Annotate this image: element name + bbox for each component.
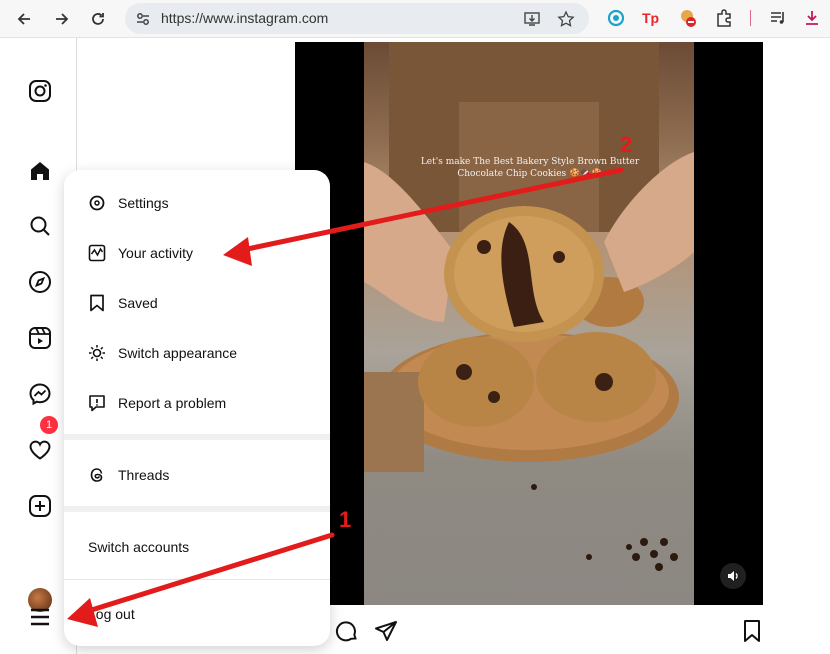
menu-item-label: Switch appearance	[118, 345, 238, 361]
post-video-image[interactable]	[364, 42, 694, 605]
menu-divider	[64, 579, 330, 580]
menu-item-label: Settings	[118, 195, 169, 211]
explore-icon[interactable]	[27, 269, 53, 295]
more-menu-icon[interactable]	[27, 604, 53, 630]
address-bar[interactable]: https://www.instagram.com	[125, 3, 589, 34]
download-icon[interactable]	[802, 8, 822, 28]
video-caption-overlay: Let's make The Best Bakery Style Brown B…	[420, 157, 640, 179]
annotation-number-2: 2	[620, 132, 633, 157]
menu-item-saved[interactable]: Saved	[64, 278, 330, 328]
toolbar-divider	[750, 10, 751, 26]
menu-item-label: Saved	[118, 295, 158, 311]
home-icon[interactable]	[27, 158, 53, 184]
share-icon[interactable]	[373, 618, 399, 644]
site-settings-icon[interactable]	[135, 11, 151, 27]
reload-icon[interactable]	[86, 7, 110, 31]
menu-item-switch-accounts[interactable]: Switch accounts	[64, 522, 330, 572]
back-icon[interactable]	[12, 7, 36, 31]
bookmark-icon	[87, 293, 107, 313]
forward-icon[interactable]	[50, 7, 74, 31]
menu-item-label: Your activity	[118, 245, 193, 261]
menu-item-threads[interactable]: Threads	[64, 450, 330, 500]
reels-icon[interactable]	[27, 325, 53, 351]
menu-item-your-activity[interactable]: Your activity	[64, 228, 330, 278]
search-icon[interactable]	[27, 213, 53, 239]
menu-item-switch-appearance[interactable]: Switch appearance	[64, 328, 330, 378]
more-menu: Settings Your activity Saved Switch appe…	[64, 170, 330, 646]
notifications-icon[interactable]	[27, 437, 53, 463]
browser-toolbar: https://www.instagram.com Tp	[0, 0, 830, 38]
svg-text:Tp: Tp	[642, 10, 659, 26]
menu-item-label: Switch accounts	[88, 539, 190, 555]
extension-tp-icon[interactable]: Tp	[641, 8, 661, 28]
menu-item-label: Log out	[88, 606, 135, 622]
menu-divider	[64, 506, 330, 512]
menu-item-settings[interactable]: Settings	[64, 178, 330, 228]
menu-divider	[64, 434, 330, 440]
annotation-number-1: 1	[339, 507, 352, 532]
url-text[interactable]: https://www.instagram.com	[161, 10, 328, 26]
menu-item-label: Threads	[118, 467, 170, 483]
extensions-icon[interactable]	[714, 8, 734, 28]
extension-circle-icon[interactable]	[606, 8, 626, 28]
menu-item-label: Report a problem	[118, 395, 227, 411]
extension-blocker-icon[interactable]	[678, 8, 698, 28]
messages-icon[interactable]	[27, 381, 53, 407]
messages-badge: 1	[40, 416, 58, 434]
comment-icon[interactable]	[334, 618, 360, 644]
reading-list-icon[interactable]	[768, 8, 788, 28]
create-icon[interactable]	[27, 493, 53, 519]
gear-icon	[87, 193, 107, 213]
menu-item-log-out[interactable]: Log out	[64, 589, 330, 639]
menu-item-report-problem[interactable]: Report a problem	[64, 378, 330, 428]
save-post-icon[interactable]	[739, 618, 765, 644]
threads-icon	[87, 465, 107, 485]
bookmark-star-icon[interactable]	[557, 10, 575, 28]
report-icon	[87, 393, 107, 413]
sun-icon	[87, 343, 107, 363]
activity-icon	[87, 243, 107, 263]
instagram-logo-icon[interactable]	[27, 78, 53, 104]
volume-icon[interactable]	[720, 563, 746, 589]
install-app-icon[interactable]	[523, 10, 541, 28]
